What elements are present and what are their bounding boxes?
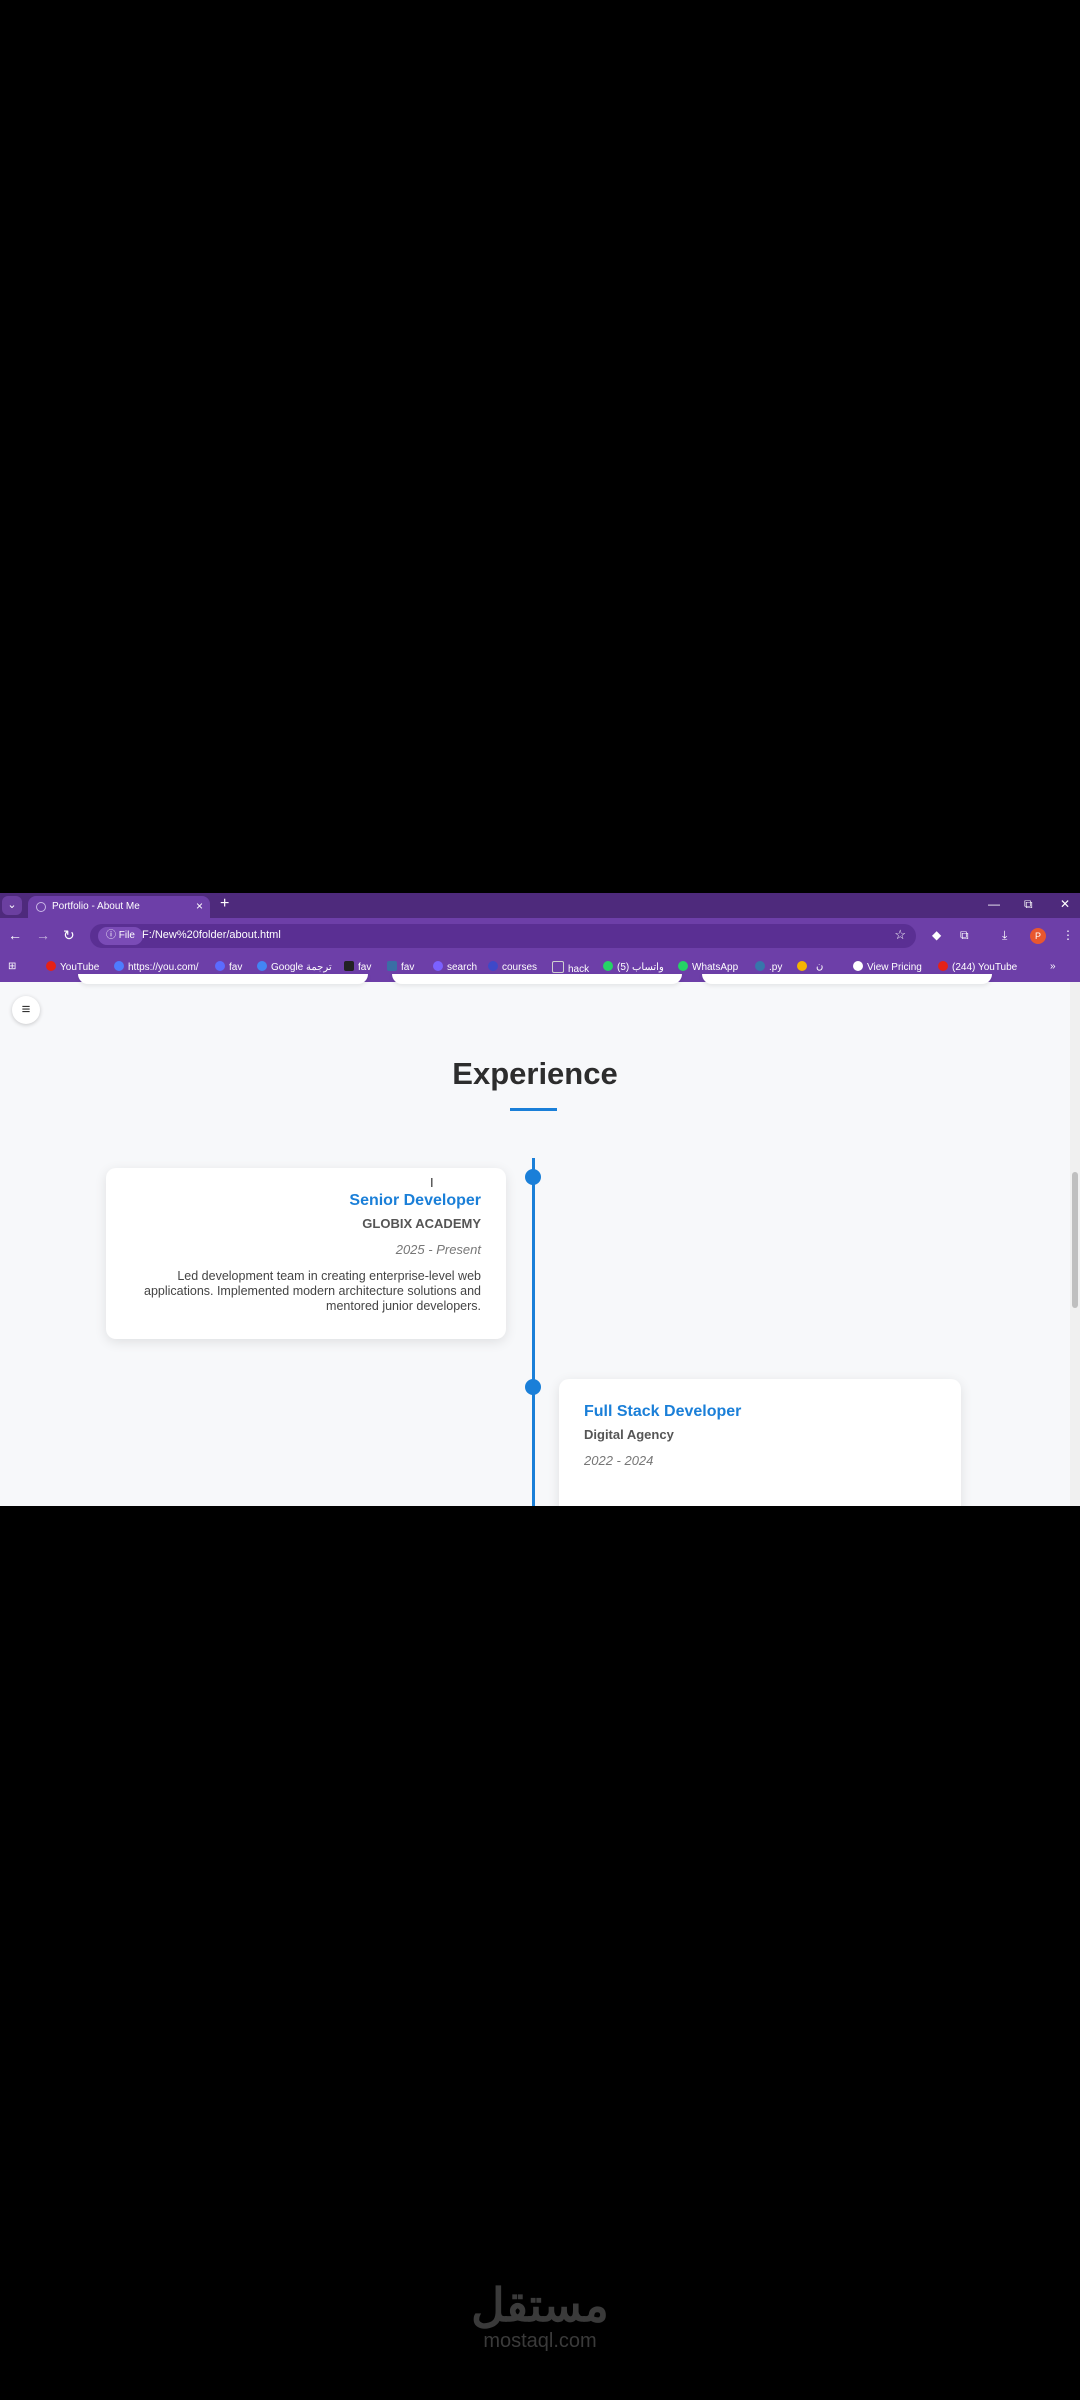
watermark-arabic: مستقل [471,2279,609,2331]
experience-card: Senior Developer GLOBIX ACADEMY 2025 - P… [106,1168,506,1339]
python-icon [755,961,765,971]
tab-close-icon[interactable]: × [196,899,203,913]
reload-icon[interactable]: ↻ [63,927,75,943]
folder-icon [552,961,564,973]
bookmark-item[interactable]: fav [344,961,371,973]
bookmarks-overflow-icon[interactable]: » [1050,961,1056,972]
bookmark-item[interactable]: .py [755,961,782,973]
text-cursor-icon: I [430,1175,434,1190]
url-text[interactable]: F:/New%20folder/about.html [142,929,281,941]
bookmark-item[interactable]: search [433,961,477,973]
job-period: 2025 - Present [395,1242,481,1257]
scrollbar[interactable] [1070,982,1080,1506]
section-title: Experience [452,1056,618,1091]
google-translate-icon [257,961,267,971]
scrollbar-thumb[interactable] [1072,1172,1078,1308]
tab-portfolio[interactable]: Portfolio - About Me × [28,896,210,918]
extension-icon[interactable]: ◆ [932,928,941,942]
download-icon[interactable]: ⤓ [1002,928,1007,943]
youtube-icon [46,961,56,971]
tab-search-chevron-icon[interactable]: ⌄ [2,896,22,915]
bookmark-item[interactable] [797,961,811,973]
watermark-latin: mostaql.com [483,2330,597,2352]
tab-strip: ⌄ Portfolio - About Me × + — ⧉ ✕ [0,893,1080,918]
restore-button[interactable]: ⧉ [1024,897,1033,912]
apps-grid-icon[interactable]: ⊞ [8,961,16,972]
more-menu-icon[interactable]: ⋮ [1062,928,1074,942]
timeline-dot [525,1379,541,1395]
fav-icon [387,961,397,971]
job-period: 2022 - 2024 [584,1453,654,1468]
youtube-icon [938,961,948,971]
bookmark-item[interactable]: https://you.com/ [114,961,199,973]
bookmark-item[interactable]: View Pricing [853,961,922,973]
forward-arrow-icon[interactable]: → [36,927,50,943]
bookmark-item[interactable]: ن [816,961,823,972]
title-underline [510,1108,557,1111]
close-window-button[interactable]: ✕ [1060,897,1070,911]
bookmark-item[interactable]: YouTube [46,961,99,973]
bookmark-item[interactable]: courses [488,961,537,973]
whatsapp-icon [603,961,613,971]
bookmark-item[interactable]: (5) واتساب [603,961,664,973]
bookmark-folder[interactable]: hack [552,961,589,975]
address-bar[interactable]: ⓘ File F:/New%20folder/about.html ☆ [90,924,916,948]
tab-favicon-icon [36,902,46,912]
minimize-button[interactable]: — [988,897,1000,911]
hamburger-menu-icon[interactable]: ≡ [12,996,40,1024]
whatsapp-icon [678,961,688,971]
tab-title: Portfolio - About Me [52,901,140,912]
bookmark-star-icon[interactable]: ☆ [894,927,906,943]
bookmark-item[interactable]: fav [215,961,242,973]
bookmark-item[interactable]: Google ترجمة [257,961,332,973]
timeline-dot [525,1169,541,1185]
timeline-line [532,1158,535,1506]
browser-window: ⌄ Portfolio - About Me × + — ⧉ ✕ ← → ↻ ⓘ… [0,893,1080,1506]
fav-icon [344,961,354,971]
bookmark-icon [797,961,807,971]
page-content: ≡ Experience Senior Developer GLOBIX ACA… [0,974,1070,1506]
search-icon [433,961,443,971]
bookmark-item[interactable]: (244) YouTube [938,961,1017,973]
globe-icon [853,961,863,971]
extensions-puzzle-icon[interactable]: ⧉ [960,928,969,943]
site-info-chip[interactable]: ⓘ File [98,927,143,945]
company-name: GLOBIX ACADEMY [362,1216,481,1231]
fav-icon [215,961,225,971]
company-name: Digital Agency [584,1427,674,1442]
back-arrow-icon[interactable]: ← [8,927,22,943]
toolbar: ← → ↻ ⓘ File F:/New%20folder/about.html … [0,918,1080,955]
profile-avatar[interactable]: P [1030,928,1046,944]
job-title: Full Stack Developer [584,1403,742,1420]
job-description: Led development team in creating enterpr… [144,1269,481,1313]
experience-card: Full Stack Developer Digital Agency 2022… [559,1379,961,1506]
courses-icon [488,961,498,971]
new-tab-button[interactable]: + [220,895,229,913]
bookmark-item[interactable]: WhatsApp [678,961,738,973]
bookmark-item[interactable]: fav [387,961,414,973]
job-title: Senior Developer [349,1192,481,1209]
you-com-icon [114,961,124,971]
